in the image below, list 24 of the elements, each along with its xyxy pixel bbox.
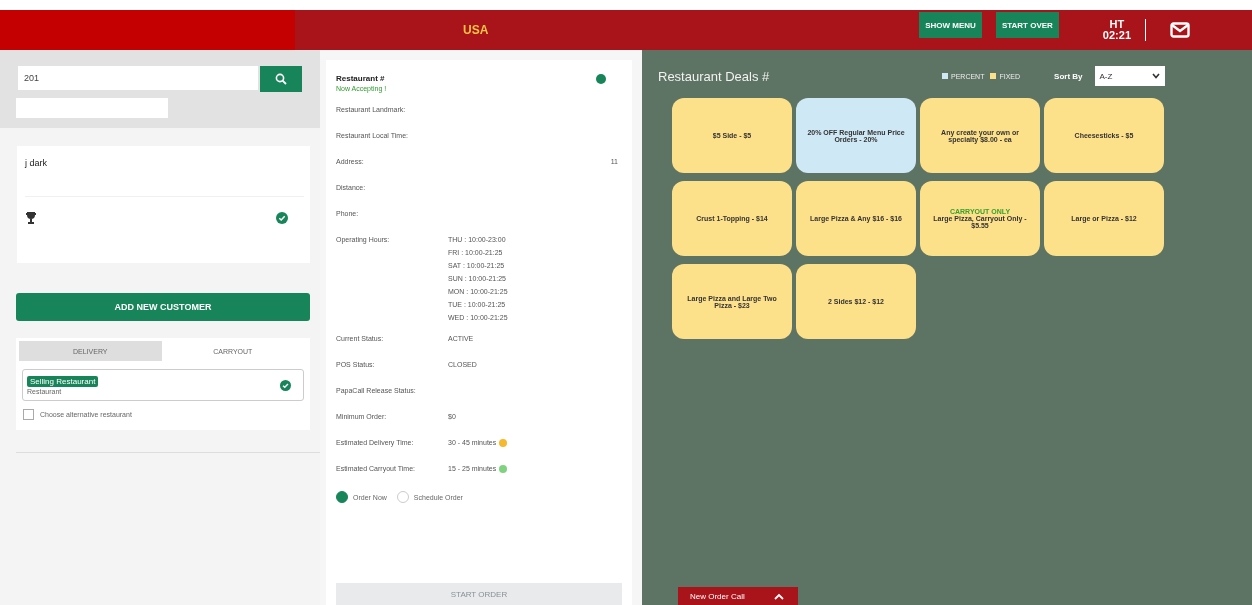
deals-title: Restaurant Deals #: [658, 68, 771, 84]
chevron-down-icon: [1151, 73, 1160, 79]
radio-button[interactable]: [396, 491, 409, 503]
radio-button[interactable]: [336, 491, 348, 503]
search-button[interactable]: [260, 66, 302, 92]
customer-name: j dark: [25, 158, 304, 197]
sort-dropdown[interactable]: A-Z: [1094, 66, 1165, 86]
input-field[interactable]: [16, 98, 168, 118]
restaurant-name: Restaurant #: [336, 74, 386, 83]
mail-icon[interactable]: [1170, 22, 1190, 38]
search-field[interactable]: 201: [18, 66, 258, 90]
search-icon: [275, 73, 287, 85]
time-zone-label: HT: [1109, 19, 1125, 30]
header-button[interactable]: START OVER: [995, 12, 1059, 38]
sort-label: Sort By: [1054, 71, 1083, 81]
chevron-up-icon: [774, 592, 784, 600]
new-order-call-tab[interactable]: New Order Call: [678, 587, 798, 605]
header-button[interactable]: SHOW MENU: [919, 12, 982, 38]
add-customer-button[interactable]: ADD NEW CUSTOMER: [16, 293, 310, 321]
checkbox[interactable]: [23, 409, 34, 420]
trophy-icon: [25, 211, 37, 225]
clock-time: 02:21: [1102, 30, 1131, 41]
selling-badge: Selling Restaurant: [27, 375, 99, 387]
country-title: USA: [463, 23, 489, 37]
